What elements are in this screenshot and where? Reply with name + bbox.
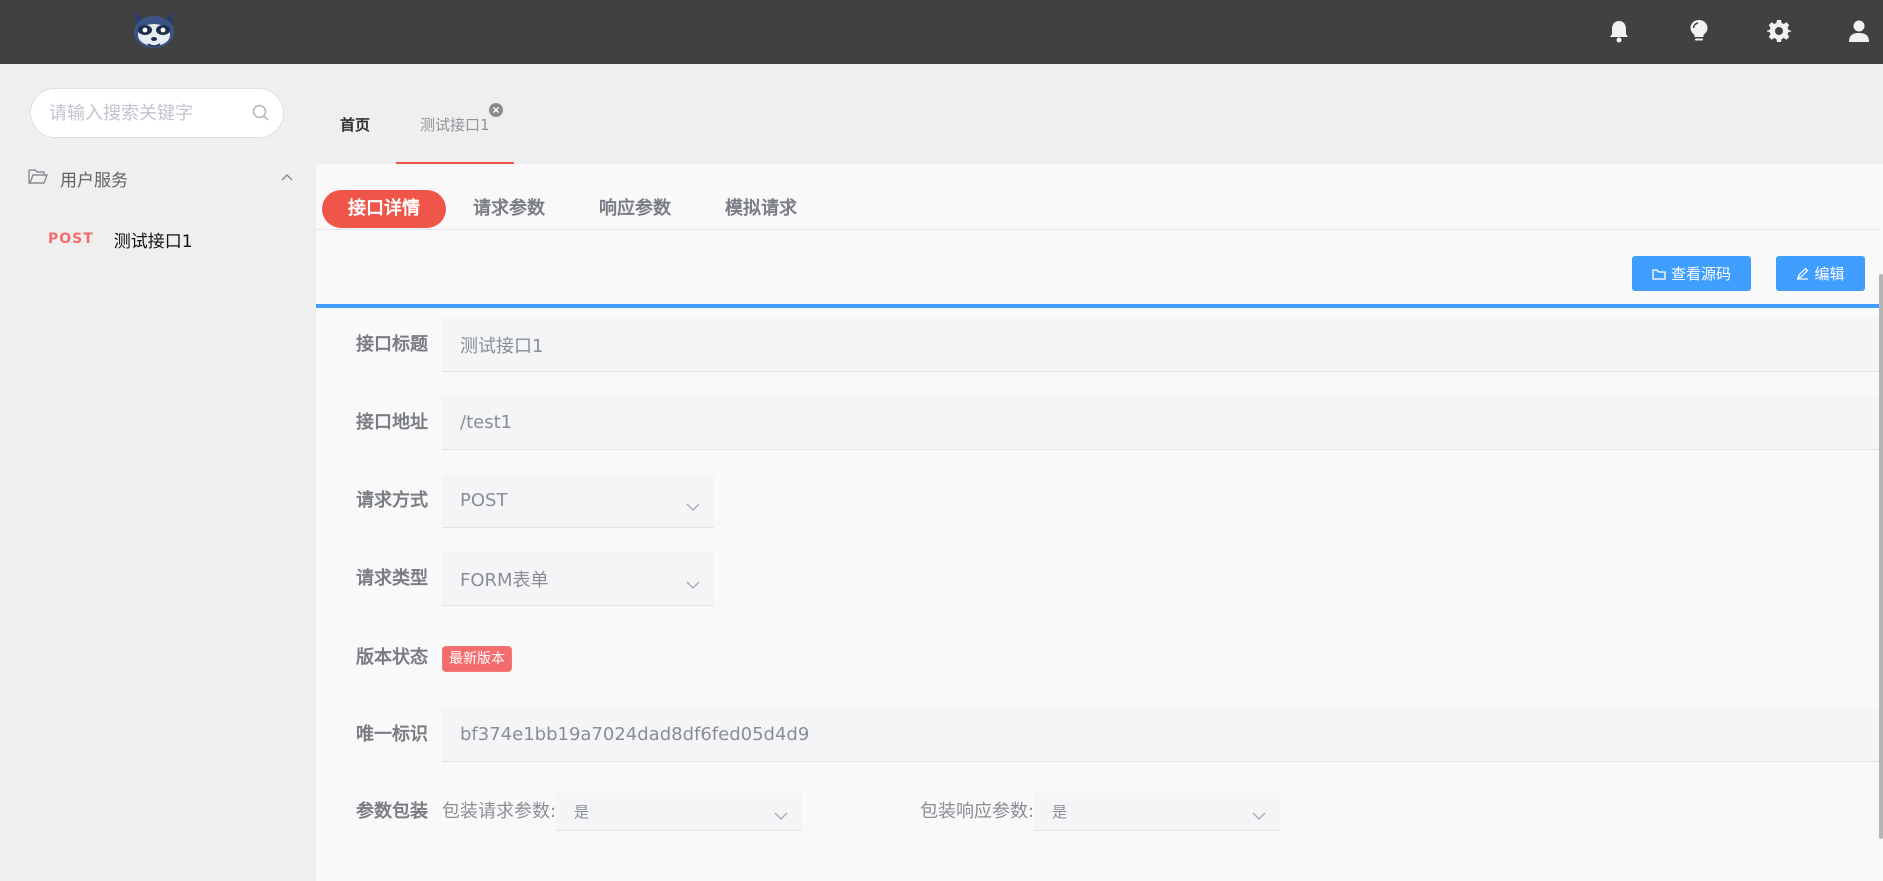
chevron-down-icon	[1252, 807, 1266, 825]
type-select[interactable]: FORM表单	[442, 552, 714, 606]
form-row-address: 接口地址 /test1	[316, 396, 1879, 450]
subtab-api-details[interactable]: 接口详情	[322, 190, 446, 228]
type-label: 请求类型	[356, 568, 428, 589]
wrap-response-value: 是	[1052, 803, 1068, 821]
user-icon[interactable]	[1842, 14, 1876, 48]
view-source-button[interactable]: 查看源码	[1632, 256, 1751, 291]
wrap-request-value: 是	[574, 803, 590, 821]
address-field[interactable]: /test1	[442, 396, 1879, 450]
form-row-type: 请求类型 FORM表单	[316, 552, 1879, 606]
sidebar-item-label: 测试接口1	[113, 231, 193, 252]
method-value: POST	[460, 490, 508, 511]
address-label: 接口地址	[356, 412, 428, 433]
bell-icon[interactable]	[1602, 14, 1636, 48]
form-row-uid: 唯一标识 bf374e1bb19a7024dad8df6fed05d4d9	[316, 708, 1879, 762]
chevron-down-icon	[686, 574, 700, 595]
sidebar: 用户服务 POST 测试接口1	[0, 64, 314, 881]
wrap-label: 参数包装	[356, 801, 428, 822]
uid-field[interactable]: bf374e1bb19a7024dad8df6fed05d4d9	[442, 708, 1879, 762]
chevron-up-icon[interactable]	[280, 170, 294, 186]
type-value: FORM表单	[460, 569, 549, 591]
folder-icon	[1652, 268, 1666, 280]
wrap-response-select[interactable]: 是	[1034, 793, 1280, 831]
search-icon[interactable]	[251, 103, 271, 127]
sidebar-item-test-api-1[interactable]: POST 测试接口1	[48, 224, 193, 254]
title-field[interactable]: 测试接口1	[442, 318, 1879, 372]
sidebar-group-label: 用户服务	[60, 170, 128, 191]
form-row-version: 版本状态 最新版本	[316, 631, 1879, 685]
view-source-label: 查看源码	[1670, 265, 1731, 283]
top-bar	[0, 0, 1883, 64]
search-box[interactable]	[30, 88, 284, 138]
version-label: 版本状态	[356, 647, 428, 668]
edit-label: 编辑	[1814, 265, 1845, 283]
uid-value: bf374e1bb19a7024dad8df6fed05d4d9	[460, 724, 810, 745]
main-panel: 接口详情 请求参数 响应参数 模拟请求 查看源码 编辑 接口标题 测试接口1 接…	[316, 164, 1883, 881]
title-label: 接口标题	[356, 334, 428, 355]
scrollbar[interactable]	[1879, 274, 1883, 839]
chevron-down-icon	[774, 807, 788, 825]
form-row-wrap: 参数包装 包装请求参数: 是 包装响应参数: 是	[316, 785, 1879, 839]
form-row-method: 请求方式 POST	[316, 474, 1879, 528]
latest-version-badge: 最新版本	[442, 646, 512, 672]
title-value: 测试接口1	[460, 335, 544, 357]
uid-label: 唯一标识	[356, 724, 428, 745]
subtab-response-params[interactable]: 响应参数	[573, 190, 697, 228]
close-icon[interactable]	[489, 103, 503, 117]
tab-test-api-1[interactable]: 测试接口1	[420, 114, 490, 135]
form-row-title: 接口标题 测试接口1	[316, 318, 1879, 372]
detail-subtabs: 接口详情 请求参数 响应参数 模拟请求	[316, 164, 1879, 230]
edit-button[interactable]: 编辑	[1776, 256, 1865, 291]
method-label: 请求方式	[356, 490, 428, 511]
wrap-response-label: 包装响应参数:	[920, 801, 1035, 822]
gear-icon[interactable]	[1762, 14, 1796, 48]
sidebar-group-user-service[interactable]: 用户服务	[28, 160, 298, 196]
method-select[interactable]: POST	[442, 474, 714, 528]
subtab-mock-request[interactable]: 模拟请求	[699, 190, 823, 228]
chevron-down-icon	[686, 496, 700, 517]
lightbulb-icon[interactable]	[1682, 14, 1716, 48]
raccoon-logo[interactable]	[128, 8, 180, 52]
folder-open-icon	[28, 167, 49, 189]
page-tabs: 首页 测试接口1	[316, 64, 1883, 164]
wrap-request-label: 包装请求参数:	[442, 801, 557, 822]
tab-home[interactable]: 首页	[340, 114, 370, 135]
api-method-badge: POST	[48, 231, 94, 247]
search-input[interactable]	[49, 89, 249, 137]
address-value: /test1	[460, 412, 513, 433]
edit-icon	[1797, 267, 1809, 280]
wrap-request-select[interactable]: 是	[556, 793, 802, 831]
subtab-request-params[interactable]: 请求参数	[447, 190, 571, 228]
section-divider	[316, 304, 1879, 308]
